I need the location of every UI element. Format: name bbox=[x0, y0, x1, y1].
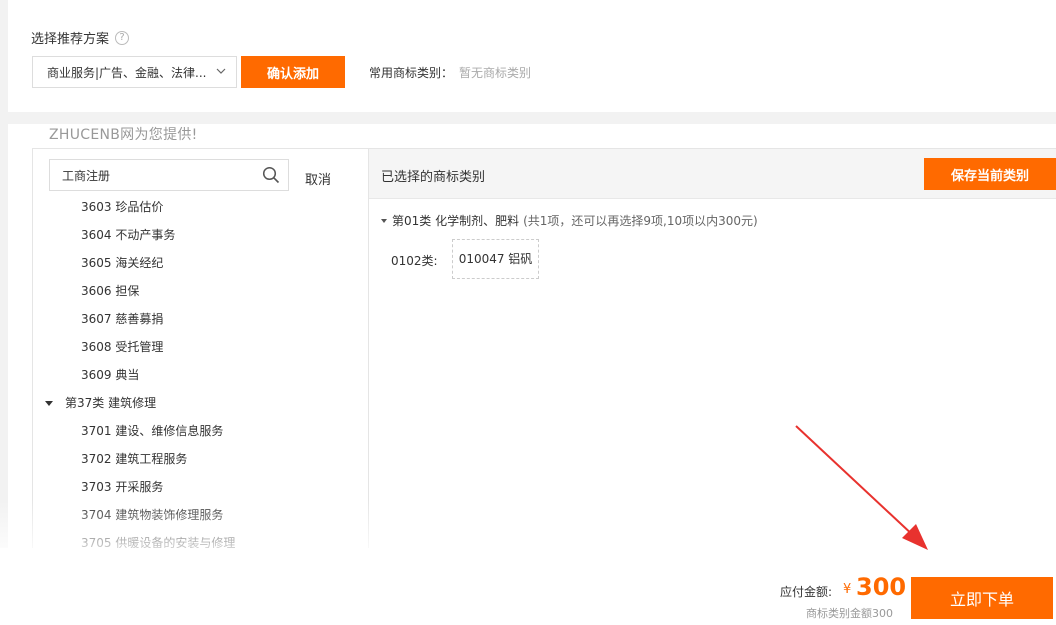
scheme-panel: 选择推荐方案 ? 商业服务|广告、金融、法律... 确认添加 常用商标类别： 暂无… bbox=[8, 0, 1056, 112]
cancel-link[interactable]: 取消 bbox=[305, 169, 331, 188]
tree-group-37[interactable]: 第37类 建筑修理 bbox=[33, 389, 368, 417]
scheme-title-row: 选择推荐方案 ? bbox=[31, 28, 130, 47]
save-category-button[interactable]: 保存当前类别 bbox=[924, 158, 1056, 190]
tree-item[interactable]: 3606 担保 bbox=[33, 277, 368, 305]
tree-item[interactable]: 3604 不动产事务 bbox=[33, 221, 368, 249]
payment-currency: ¥ bbox=[843, 582, 852, 597]
common-category-value: 暂无商标类别 bbox=[459, 66, 532, 80]
tree-item[interactable]: 3702 建筑工程服务 bbox=[33, 445, 368, 473]
tree-item[interactable]: 3605 海关经纪 bbox=[33, 249, 368, 277]
selected-header: 已选择的商标类别 保存当前类别 bbox=[369, 149, 1056, 199]
caret-down-icon[interactable] bbox=[45, 400, 53, 406]
category-tree: 3603 珍品估价 3604 不动产事务 3605 海关经纪 3606 担保 3… bbox=[33, 193, 368, 548]
common-category-row: 常用商标类别： 暂无商标类别 bbox=[369, 64, 531, 81]
place-order-button[interactable]: 立即下单 bbox=[911, 577, 1053, 619]
tree-group-label: 第37类 建筑修理 bbox=[65, 396, 157, 410]
chevron-down-icon bbox=[216, 68, 226, 74]
search-icon[interactable] bbox=[262, 166, 280, 184]
selected-class-name: 第01类 化学制剂、肥料 bbox=[392, 214, 520, 228]
payment-amount: 300 bbox=[856, 573, 907, 601]
provider-note: ZHUCENB网为您提供! bbox=[49, 127, 198, 143]
scheme-select[interactable]: 商业服务|广告、金融、法律... bbox=[32, 56, 237, 88]
confirm-add-button[interactable]: 确认添加 bbox=[241, 56, 345, 88]
tree-item[interactable]: 3608 受托管理 bbox=[33, 333, 368, 361]
category-tree-panel: 取消 3603 珍品估价 3604 不动产事务 3605 海关经纪 3606 担… bbox=[32, 148, 369, 548]
scheme-select-value: 商业服务|广告、金融、法律... bbox=[47, 65, 207, 80]
group-label: 0102类: bbox=[391, 254, 438, 268]
help-icon[interactable]: ? bbox=[115, 30, 130, 45]
tree-item[interactable]: 3609 典当 bbox=[33, 361, 368, 389]
selected-item-chip[interactable]: 010047 铝矾 bbox=[452, 239, 539, 279]
tree-item[interactable]: 3703 开采服务 bbox=[33, 473, 368, 501]
tree-item[interactable]: 3603 珍品估价 bbox=[33, 193, 368, 221]
search-box bbox=[49, 159, 289, 191]
caret-down-icon[interactable] bbox=[381, 218, 387, 223]
search-input[interactable] bbox=[62, 168, 252, 182]
tree-item[interactable]: 3705 供暖设备的安装与修理 bbox=[33, 529, 368, 548]
selected-title: 已选择的商标类别 bbox=[381, 170, 486, 185]
payment-subtotal: 商标类别金额300 bbox=[806, 607, 893, 620]
tree-item[interactable]: 3704 建筑物装饰修理服务 bbox=[33, 501, 368, 529]
payment-label: 应付金额: bbox=[780, 585, 833, 599]
payment-bar: 应付金额: ¥ 300 商标类别金额300 立即下单 bbox=[0, 548, 1056, 625]
selected-class-row[interactable]: 第01类 化学制剂、肥料 (共1项，还可以再选择9项,10项以内300元) bbox=[381, 212, 758, 229]
tree-item[interactable]: 3701 建设、维修信息服务 bbox=[33, 417, 368, 445]
tree-item[interactable]: 3607 慈善募捐 bbox=[33, 305, 368, 333]
selected-category-panel: 已选择的商标类别 保存当前类别 第01类 化学制剂、肥料 (共1项，还可以再选择… bbox=[369, 148, 1056, 548]
scheme-title: 选择推荐方案 bbox=[31, 32, 110, 47]
selected-class-meta: (共1项，还可以再选择9项,10项以内300元) bbox=[523, 214, 758, 228]
common-category-label: 常用商标类别： bbox=[369, 66, 454, 80]
